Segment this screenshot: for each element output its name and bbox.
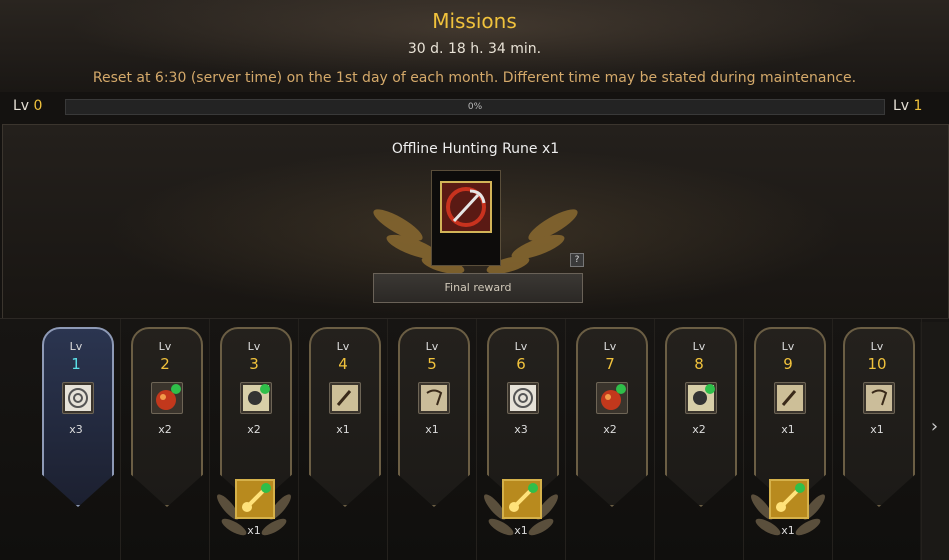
parchment-icon[interactable] (863, 382, 895, 414)
reward-shield (843, 327, 915, 507)
reward-column[interactable]: Lv 6 x3 x1 (477, 319, 566, 560)
skull-scroll-icon[interactable] (240, 382, 272, 414)
reward-shield (309, 327, 381, 507)
reward-column[interactable]: Lv 3 x2 x1 (210, 319, 299, 560)
reward-level: 4 (338, 355, 348, 373)
reward-quantity: x1 (870, 423, 884, 436)
help-icon[interactable]: ? (570, 253, 584, 267)
map-scroll-icon[interactable] (329, 382, 361, 414)
final-reward-button[interactable]: Final reward (373, 273, 583, 303)
bonus-quantity: x1 (514, 524, 528, 537)
next-level: Lv 1 (893, 98, 922, 114)
reward-shield (42, 327, 114, 507)
reward-level: 2 (160, 355, 170, 373)
reward-quantity: x2 (692, 423, 706, 436)
current-level-label: Lv (13, 98, 30, 114)
reward-level: 7 (605, 355, 615, 373)
reward-level: 3 (249, 355, 259, 373)
reward-lv-label: Lv (692, 340, 706, 353)
reward-lv-label: Lv (514, 340, 528, 353)
reward-column[interactable]: Lv 10 x1 (833, 319, 922, 560)
reward-quantity: x1 (781, 423, 795, 436)
final-reward-frame[interactable] (431, 170, 501, 266)
reward-lv-label: Lv (336, 340, 350, 353)
progress-track: 0% (65, 99, 885, 115)
reward-column[interactable]: Lv 9 x1 x1 (744, 319, 833, 560)
reward-track: › Lv 1 x3 Lv 2 x2 Lv 3 x2 x1 Lv 4 x1 Lv 5 x1 Lv 6 x3 x1 Lv 7 x… (0, 318, 949, 560)
gold-note-icon[interactable] (502, 479, 542, 519)
next-page-arrow-icon[interactable]: › (920, 322, 949, 560)
reward-column[interactable]: Lv 4 x1 (299, 319, 388, 560)
red-potion-icon[interactable] (596, 382, 628, 414)
parchment-icon[interactable] (418, 382, 450, 414)
gold-note-icon[interactable] (769, 479, 809, 519)
map-scroll-icon[interactable] (774, 382, 806, 414)
reward-lv-label: Lv (781, 340, 795, 353)
progress-percent: 0% (467, 102, 483, 112)
final-reward-panel: Offline Hunting Rune x1 ? Final reward (2, 124, 949, 321)
bonus-quantity: x1 (781, 524, 795, 537)
reward-quantity: x2 (603, 423, 617, 436)
reward-lv-label: Lv (603, 340, 617, 353)
reward-shield (398, 327, 470, 507)
reward-column[interactable]: Lv 8 x2 (655, 319, 744, 560)
reward-shield (665, 327, 737, 507)
next-level-label: Lv (893, 98, 910, 114)
current-level: Lv 0 (13, 98, 42, 114)
bonus-quantity: x1 (247, 524, 261, 537)
reward-quantity: x3 (69, 423, 83, 436)
reward-column[interactable]: Lv 2 x2 (121, 319, 210, 560)
level-progress-bar: Lv 0 0% Lv 1 (0, 96, 949, 118)
reset-note: Reset at 6:30 (server time) on the 1st d… (92, 70, 857, 86)
reward-quantity: x2 (158, 423, 172, 436)
gold-note-icon[interactable] (235, 479, 275, 519)
final-reward-title: Offline Hunting Rune x1 (391, 141, 560, 157)
scroll-icon[interactable] (62, 382, 94, 414)
reward-lv-label: Lv (158, 340, 172, 353)
reward-lv-label: Lv (870, 340, 884, 353)
reward-level: 1 (71, 355, 81, 373)
reward-level: 5 (427, 355, 437, 373)
reward-shield (576, 327, 648, 507)
time-remaining: 30 d. 18 h. 34 min. (407, 41, 542, 57)
missions-title: Missions (432, 9, 517, 33)
reward-lv-label: Lv (425, 340, 439, 353)
reward-column[interactable]: Lv 1 x3 (32, 319, 121, 560)
reward-quantity: x1 (336, 423, 350, 436)
reward-lv-label: Lv (69, 340, 83, 353)
reward-level: 8 (694, 355, 704, 373)
reward-level: 9 (783, 355, 793, 373)
current-level-value: 0 (33, 98, 43, 114)
reward-column[interactable]: Lv 7 x2 (566, 319, 655, 560)
reward-level: 6 (516, 355, 526, 373)
reward-column[interactable]: Lv 5 x1 (388, 319, 477, 560)
reward-quantity: x2 (247, 423, 261, 436)
reward-level: 10 (867, 355, 887, 373)
pickaxe-rune-icon (440, 181, 492, 233)
skull-scroll-icon[interactable] (685, 382, 717, 414)
reward-quantity: x3 (514, 423, 528, 436)
scroll-icon[interactable] (507, 382, 539, 414)
red-potion-icon[interactable] (151, 382, 183, 414)
next-level-value: 1 (913, 98, 923, 114)
missions-header: Missions 30 d. 18 h. 34 min. Reset at 6:… (0, 0, 949, 92)
reward-quantity: x1 (425, 423, 439, 436)
reward-shield (131, 327, 203, 507)
reward-lv-label: Lv (247, 340, 261, 353)
